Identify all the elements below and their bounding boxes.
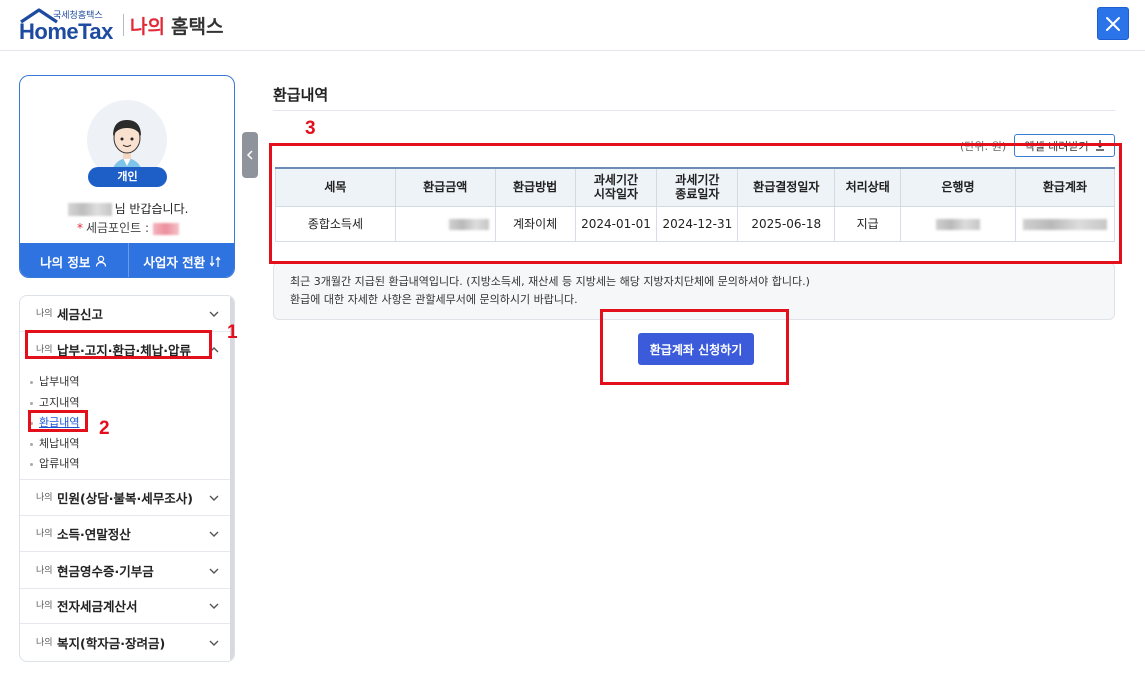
bullet-icon [30, 442, 33, 446]
annotation-box-3 [269, 143, 1122, 264]
content-title: 환급내역 [273, 86, 329, 104]
bullet-icon [30, 380, 33, 384]
menu-prefix: 나의 [36, 638, 53, 648]
my-info-button[interactable]: 나의 정보 [20, 243, 128, 277]
greeting-suffix: 님 반갑습니다. [114, 202, 189, 216]
submenu-notice-history[interactable]: 고지내역 [30, 394, 79, 410]
hometax-logo[interactable]: 국세청홈택스 HomeTax [19, 7, 119, 44]
chevron-down-icon [209, 640, 219, 646]
menu-item-civil[interactable]: 나의 민원(상담·불복·세무조사) [20, 480, 230, 516]
annotation-box-2 [28, 410, 88, 432]
menu-prefix: 나의 [36, 493, 53, 503]
annotation-box-1 [25, 330, 212, 359]
annotation-number-1: 1 [227, 322, 238, 343]
logo-divider [123, 14, 124, 36]
chevron-down-icon [209, 603, 219, 609]
annotation-number-2: 2 [99, 418, 110, 439]
submenu-payment-history[interactable]: 납부내역 [30, 373, 79, 389]
close-button[interactable] [1097, 7, 1129, 40]
submenu-arrears-history[interactable]: 체납내역 [30, 435, 79, 451]
title-divider [273, 110, 1115, 111]
menu-item-label: 전자세금계산서 [57, 599, 138, 614]
asterisk-icon: * [76, 221, 83, 235]
submenu-seizure-history[interactable]: 압류내역 [30, 455, 79, 471]
header-bar: 국세청홈택스 HomeTax 나의 홈택스 [0, 0, 1145, 51]
submenu-label: 압류내역 [39, 457, 80, 470]
bullet-icon [30, 401, 33, 405]
logo-text: HomeTax [19, 19, 113, 44]
notice-line-1: 최근 3개월간 지급된 환급내역입니다. (지방소득세, 재산세 등 지방세는 … [290, 275, 810, 288]
collapse-sidebar-button[interactable] [242, 132, 258, 178]
menu-item-label: 복지(학자금·장려금) [57, 636, 166, 651]
menu-item-label: 민원(상담·불복·세무조사) [57, 491, 193, 506]
close-icon [1106, 16, 1120, 31]
profile-buttons: 나의 정보 사업자 전환 [20, 243, 235, 277]
annotation-number-3: 3 [305, 118, 316, 139]
my-info-label: 나의 정보 [40, 254, 91, 270]
points-label: 세금포인트 : [85, 221, 150, 235]
bullet-icon [30, 462, 33, 466]
submenu-label: 체납내역 [39, 437, 80, 450]
profile-card: 개인 님 반갑습니다. * 세금포인트 : 나의 정보 사업자 전환 [19, 75, 235, 278]
hometax-window: 국세청홈택스 HomeTax 나의 홈택스 개인 님 반갑습니다. * 세금포인… [0, 0, 1145, 684]
chevron-left-icon [246, 150, 253, 160]
switch-business-button[interactable]: 사업자 전환 [127, 243, 235, 277]
page-title-my: 나의 [130, 16, 165, 38]
menu-scrollbar[interactable] [230, 296, 234, 661]
chevron-down-icon [209, 568, 219, 574]
person-icon [96, 255, 107, 267]
submenu-label: 납부내역 [39, 375, 80, 388]
menu-prefix: 나의 [36, 566, 53, 576]
personal-badge: 개인 [88, 167, 167, 187]
chevron-down-icon [209, 311, 219, 317]
menu-prefix: 나의 [36, 529, 53, 539]
menu-item-label: 세금신고 [57, 307, 104, 322]
menu-item-welfare[interactable]: 나의 복지(학자금·장려금) [20, 625, 230, 661]
chevron-down-icon [209, 495, 219, 501]
menu-prefix: 나의 [36, 601, 53, 611]
menu-item-label: 현금영수증·기부금 [57, 564, 154, 579]
greeting-text: 님 반갑습니다. [20, 200, 234, 217]
menu-item-tax-filing[interactable]: 나의 세금신고 [20, 296, 230, 332]
menu-item-income[interactable]: 나의 소득·연말정산 [20, 516, 230, 552]
chevron-down-icon [209, 531, 219, 537]
notice-line-2: 환급에 대한 자세한 사항은 관할세무서에 문의하시기 바랍니다. [290, 293, 578, 306]
page-title-hometax: 홈택스 [171, 16, 224, 38]
menu-prefix: 나의 [36, 309, 53, 319]
masked-points [153, 222, 180, 235]
submenu-label: 고지내역 [39, 396, 80, 409]
menu-item-e-invoice[interactable]: 나의 전자세금계산서 [20, 588, 230, 624]
annotation-box-apply [600, 309, 789, 385]
switch-arrows-icon [210, 255, 221, 267]
tax-points: * 세금포인트 : [20, 219, 234, 236]
menu-item-cash-receipt[interactable]: 나의 현금영수증·기부금 [20, 553, 230, 589]
switch-business-label: 사업자 전환 [143, 254, 206, 270]
menu-item-label: 소득·연말정산 [57, 527, 131, 542]
masked-username [67, 203, 112, 216]
